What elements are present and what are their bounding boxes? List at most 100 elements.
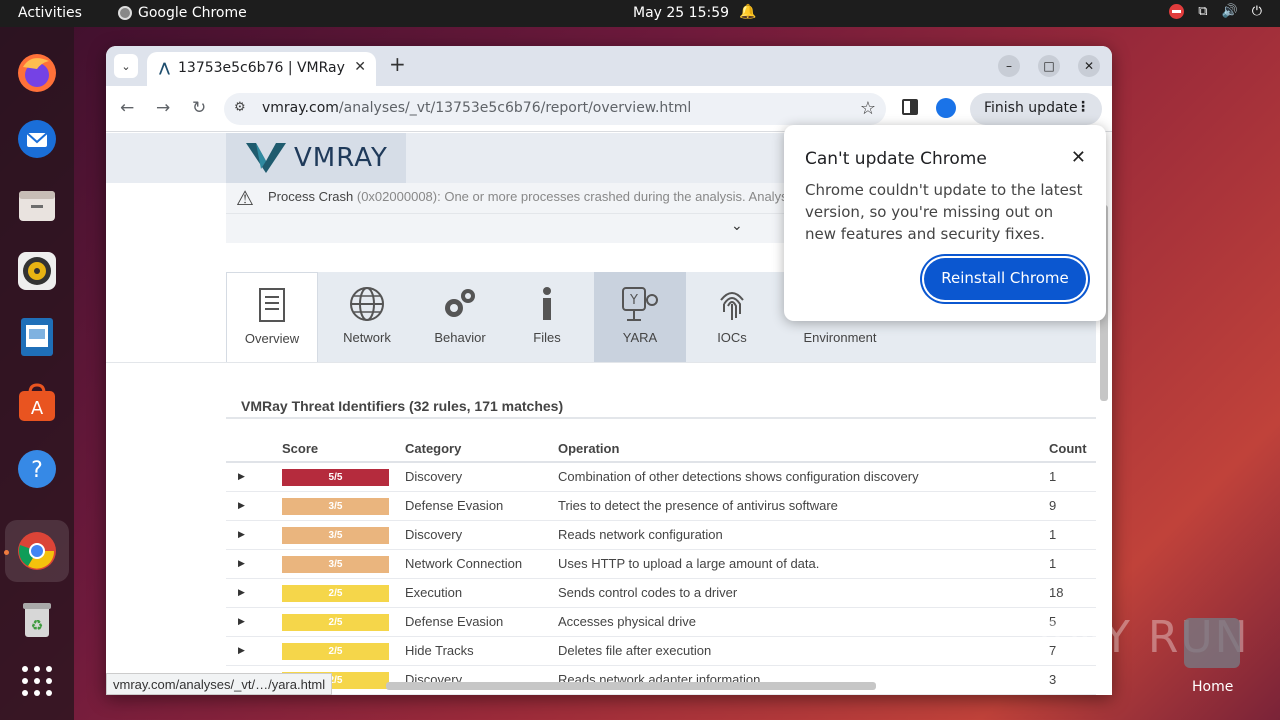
dock: A ? ♻ (0, 27, 74, 720)
col-score[interactable]: Score (282, 436, 405, 463)
document-icon (227, 273, 317, 322)
category-cell: Execution (405, 578, 558, 608)
tab-iocs[interactable]: IOCs (686, 272, 778, 362)
gears-icon (414, 272, 506, 320)
url-text[interactable]: vmray.com/analyses/_vt/13753e5c6b76/repo… (262, 100, 691, 116)
horizontal-scrollbar[interactable] (386, 682, 876, 690)
chrome-icon[interactable] (13, 527, 61, 575)
app-name: Google Chrome (138, 5, 247, 21)
svg-text:Y: Y (629, 293, 638, 308)
category-cell: Discovery (405, 520, 558, 550)
table-row[interactable]: ▶ 2/5 Execution Sends control codes to a dr… (226, 578, 1096, 608)
show-apps-icon[interactable] (13, 657, 61, 705)
operation-cell: Tries to detect the presence of antiviru… (558, 491, 1049, 521)
operation-cell: Reads network configuration (558, 520, 1049, 550)
popup-close-icon[interactable]: ✕ (1071, 147, 1086, 168)
finish-update-button[interactable]: Finish update ⋮ (970, 93, 1102, 125)
score-badge: 2/5 (282, 613, 389, 631)
expand-row-icon[interactable]: ▶ (226, 636, 282, 666)
tab-overview[interactable]: Overview (226, 272, 318, 363)
operation-cell: Sends control codes to a driver (558, 578, 1049, 608)
operation-cell: Uses HTTP to upload a large amount of da… (558, 549, 1049, 579)
kebab-menu-icon[interactable]: ⋮ (1076, 99, 1090, 115)
table-row[interactable]: ▶ 2/5 Hide Tracks Deletes file after execut… (226, 636, 1096, 666)
score-badge: 3/5 (282, 497, 389, 515)
chrome-icon (118, 6, 132, 20)
table-row[interactable]: ▶ 3/5 Discovery Reads network configuration… (226, 520, 1096, 550)
col-operation[interactable]: Operation (558, 436, 1049, 463)
expand-row-icon[interactable]: ▶ (226, 549, 282, 579)
forward-arrow-icon[interactable]: → (156, 98, 170, 118)
address-bar[interactable]: ⚙ vmray.com/analyses/_vt/13753e5c6b76/re… (224, 93, 886, 125)
table-row[interactable]: ▶ 3/5 Network Connection Uses HTTP to uploa… (226, 549, 1096, 579)
svg-text:A: A (31, 398, 44, 419)
site-info-icon[interactable]: ⚙ (234, 100, 246, 115)
count-cell: 18 (1049, 578, 1096, 608)
expand-row-icon[interactable]: ▶ (226, 578, 282, 608)
rhythmbox-icon[interactable] (13, 247, 61, 295)
tab-search-button[interactable]: ⌄ (114, 54, 138, 78)
network-icon: ⧉ (1198, 4, 1208, 19)
category-cell: Defense Evasion (405, 491, 558, 521)
help-icon[interactable]: ? (13, 445, 61, 493)
col-count[interactable]: Count (1049, 436, 1096, 463)
libreoffice-writer-icon[interactable] (13, 313, 61, 361)
table-row[interactable]: ▶ 2/5 Defense Evasion Accesses physical dri… (226, 607, 1096, 637)
profile-avatar[interactable] (936, 98, 956, 118)
count-cell: 9 (1049, 491, 1096, 521)
reinstall-chrome-button[interactable]: Reinstall Chrome (924, 258, 1086, 300)
threat-identifiers-table: Score Category Operation Count ▶ 5/5 Disco… (226, 436, 1096, 695)
category-cell: Hide Tracks (405, 636, 558, 666)
count-cell: 1 (1049, 549, 1096, 579)
files-icon[interactable] (13, 181, 61, 229)
score-badge: 3/5 (282, 526, 389, 544)
expand-column-header (226, 436, 282, 463)
update-error-icon[interactable] (1169, 4, 1185, 19)
top-bar: Activities Google Chrome May 25 15:59 🔔 … (0, 0, 1280, 27)
expand-row-icon[interactable]: ▶ (226, 520, 282, 550)
tab-files[interactable]: Files (501, 272, 593, 362)
tab-behavior[interactable]: Behavior (414, 272, 506, 362)
app-center-icon[interactable]: A (13, 379, 61, 427)
trash-icon[interactable]: ♻ (13, 595, 61, 643)
vmray-logo[interactable]: VMRAY (226, 133, 406, 183)
chevron-down-icon[interactable]: ⌄ (731, 218, 743, 234)
status-bar-url: vmray.com/analyses/_vt/…/yara.html (106, 673, 333, 695)
count-cell: 3 (1049, 665, 1096, 695)
firefox-icon[interactable] (13, 49, 61, 97)
count-cell: 1 (1049, 520, 1096, 550)
operation-cell: Accesses physical drive (558, 607, 1049, 637)
tab-network[interactable]: Network (321, 272, 413, 362)
app-menu[interactable]: Google Chrome (118, 5, 247, 21)
clock[interactable]: May 25 15:59 (633, 5, 729, 21)
vmray-favicon-icon: ⋀ (159, 61, 170, 76)
bookmark-star-icon[interactable]: ☆ (860, 98, 876, 119)
thunderbird-icon[interactable] (13, 115, 61, 163)
browser-tab[interactable]: ⋀ 13753e5c6b76 | VMRay Platform ✕ (147, 52, 376, 86)
table-row[interactable]: ▶ 3/5 Defense Evasion Tries to detect the p… (226, 491, 1096, 521)
expand-row-icon[interactable]: ▶ (226, 607, 282, 637)
new-tab-button[interactable]: + (389, 52, 406, 76)
system-tray[interactable]: ⧉ 🔊 ⏻ (1169, 4, 1262, 19)
tab-close-icon[interactable]: ✕ (354, 59, 366, 75)
count-cell: 1 (1049, 462, 1096, 492)
score-badge: 2/5 (282, 584, 389, 602)
close-window-button[interactable]: ✕ (1078, 55, 1100, 77)
col-category[interactable]: Category (405, 436, 558, 463)
home-folder-icon[interactable] (1184, 618, 1240, 668)
expand-row-icon[interactable]: ▶ (226, 462, 282, 492)
activities-button[interactable]: Activities (18, 5, 82, 21)
table-row[interactable]: ▶ 5/5 Discovery Combination of other detect… (226, 462, 1096, 492)
maximize-button[interactable]: □ (1038, 55, 1060, 77)
yara-icon: Y (594, 272, 686, 321)
minimize-button[interactable]: – (998, 55, 1020, 77)
expand-row-icon[interactable]: ▶ (226, 491, 282, 521)
category-cell: Network Connection (405, 549, 558, 579)
back-arrow-icon[interactable]: ← (120, 98, 134, 118)
side-panel-icon[interactable] (902, 99, 918, 115)
svg-text:♻: ♻ (31, 618, 44, 634)
tab-yara[interactable]: Y YARA (594, 272, 686, 362)
category-cell: Defense Evasion (405, 607, 558, 637)
reload-icon[interactable]: ↻ (192, 98, 206, 118)
popup-body: Chrome couldn't update to the latest ver… (805, 181, 1083, 243)
